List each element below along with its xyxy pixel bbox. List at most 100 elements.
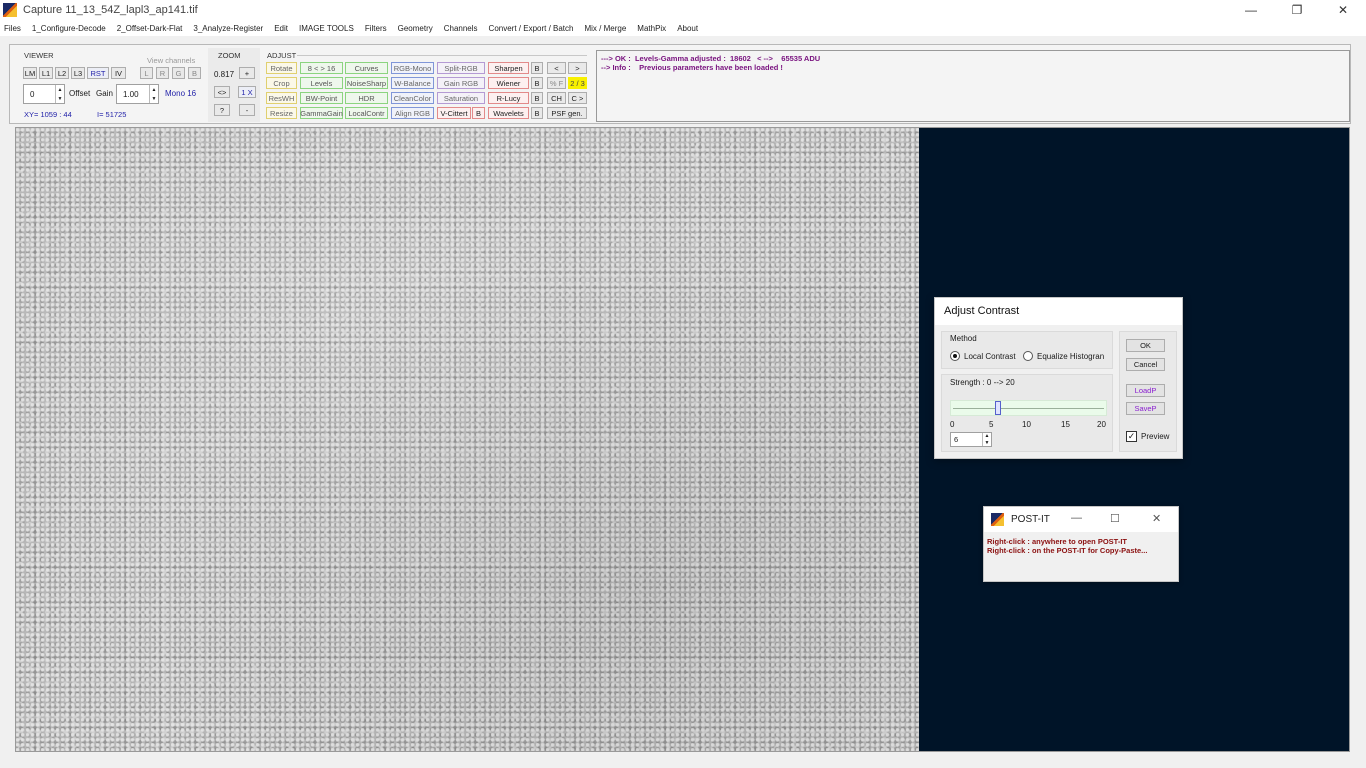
cancel-button[interactable]: Cancel: [1126, 358, 1165, 371]
r-lucy-button[interactable]: R-Lucy: [488, 92, 529, 104]
gain-value: 1.00: [123, 89, 139, 99]
menu-offset-dark-flat[interactable]: 2_Offset-Dark-Flat: [112, 24, 189, 33]
message-line-ok: ---> OK : Levels-Gamma adjusted : 18602 …: [601, 54, 821, 63]
strength-spin-input[interactable]: 6 ▲ ▼: [950, 432, 992, 447]
minimize-button[interactable]: —: [1228, 0, 1274, 20]
loadp-button[interactable]: LoadP: [1126, 384, 1165, 397]
sharpen-b-button[interactable]: B: [531, 62, 543, 74]
menu-configure-decode[interactable]: 1_Configure-Decode: [27, 24, 112, 33]
saturation-button[interactable]: Saturation: [437, 92, 485, 104]
strength-spin-arrows[interactable]: ▲ ▼: [982, 433, 991, 446]
wavelets-button[interactable]: Wavelets: [488, 107, 529, 119]
cleancolor-button[interactable]: CleanColor: [391, 92, 434, 104]
tick-20: 20: [1097, 420, 1106, 429]
menu-mix-merge[interactable]: Mix / Merge: [579, 24, 632, 33]
gain-label: Gain: [96, 89, 113, 98]
equalize-histogram-radio[interactable]: [1023, 351, 1033, 361]
zoom-out-button[interactable]: -: [239, 104, 255, 116]
postit-titlebar: POST-IT — ☐ ✕: [984, 507, 1178, 532]
menu-mathpix[interactable]: MathPix: [632, 24, 672, 33]
zoom-in-button[interactable]: +: [239, 67, 255, 79]
zoom-1x-button[interactable]: 1 X: [238, 86, 256, 98]
channel-b-button[interactable]: B: [188, 67, 201, 79]
gain-input[interactable]: 1.00 ▲ ▼: [116, 84, 159, 104]
wiener-button[interactable]: Wiener: [488, 77, 529, 89]
message-log: ---> OK : Levels-Gamma adjusted : 18602 …: [596, 50, 1350, 122]
align-rgb-button[interactable]: Align RGB: [391, 107, 434, 119]
l1-button[interactable]: L1: [39, 67, 53, 79]
savep-button[interactable]: SaveP: [1126, 402, 1165, 415]
ok-button[interactable]: OK: [1126, 339, 1165, 352]
close-button[interactable]: ✕: [1320, 0, 1366, 20]
bw-point-button[interactable]: BW-Point: [300, 92, 343, 104]
postit-window[interactable]: POST-IT — ☐ ✕ Right-click : anywhere to …: [983, 506, 1179, 582]
slider-thumb[interactable]: [995, 401, 1002, 415]
lm-button[interactable]: LM: [23, 67, 37, 79]
restore-button[interactable]: ❐: [1274, 0, 1320, 20]
rgb-mono-button[interactable]: RGB-Mono: [391, 62, 434, 74]
iv-button[interactable]: IV: [111, 67, 126, 79]
prev-page-button[interactable]: <: [547, 62, 566, 74]
method-label: Method: [950, 334, 977, 343]
mode-label: Mono 16: [165, 89, 197, 98]
zoom-fit-button[interactable]: <>: [214, 86, 230, 98]
gain-rgb-button[interactable]: Gain RGB: [437, 77, 485, 89]
menu-edit[interactable]: Edit: [269, 24, 294, 33]
channel-r-button[interactable]: R: [156, 67, 169, 79]
menu-files[interactable]: Files: [0, 24, 27, 33]
l3-button[interactable]: L3: [71, 67, 85, 79]
menu-geometry[interactable]: Geometry: [393, 24, 439, 33]
noisesharp-button[interactable]: NoiseSharp: [345, 77, 388, 89]
strength-slider[interactable]: [950, 400, 1107, 416]
menu-image-tools[interactable]: IMAGE TOOLS: [294, 24, 360, 33]
c-next-button[interactable]: C >: [568, 92, 587, 104]
checkmark-icon: ✓: [1127, 431, 1136, 441]
local-contrast-label: Local Contrast: [964, 352, 1016, 361]
channel-l-button[interactable]: L: [140, 67, 153, 79]
sharpen-button[interactable]: Sharpen: [488, 62, 529, 74]
levels-button[interactable]: Levels: [300, 77, 343, 89]
menu-channels[interactable]: Channels: [439, 24, 484, 33]
gain-spinner-arrows[interactable]: ▲ ▼: [149, 85, 158, 103]
v-cittert-button[interactable]: V-Cittert: [437, 107, 471, 119]
resize-button[interactable]: Resize: [266, 107, 297, 119]
zoom-title: ZOOM: [218, 51, 241, 60]
zoom-help-button[interactable]: ?: [214, 104, 230, 116]
tick-10: 10: [1022, 420, 1031, 429]
wavelets-b-button[interactable]: B: [531, 107, 543, 119]
hdr-button[interactable]: HDR: [345, 92, 388, 104]
psf-gen-button[interactable]: PSF gen.: [547, 107, 587, 119]
preview-checkbox[interactable]: ✓: [1126, 431, 1137, 442]
preview-label: Preview: [1141, 432, 1170, 441]
reswh-button[interactable]: ResWH: [266, 92, 297, 104]
localcontr-button[interactable]: LocalContr: [345, 107, 388, 119]
wiener-b-button[interactable]: B: [531, 77, 543, 89]
menu-convert-export-batch[interactable]: Convert / Export / Batch: [484, 24, 580, 33]
next-page-button[interactable]: >: [568, 62, 587, 74]
crop-button[interactable]: Crop: [266, 77, 297, 89]
ch-button[interactable]: CH: [547, 92, 566, 104]
w-balance-button[interactable]: W-Balance: [391, 77, 434, 89]
l2-button[interactable]: L2: [55, 67, 69, 79]
menu-about[interactable]: About: [672, 24, 704, 33]
local-contrast-radio[interactable]: [950, 351, 960, 361]
r-lucy-b-button[interactable]: B: [531, 92, 543, 104]
v-cittert-b-button[interactable]: B: [472, 107, 485, 119]
bitdepth-button[interactable]: 8 < > 16: [300, 62, 343, 74]
split-rgb-button[interactable]: Split-RGB: [437, 62, 485, 74]
channel-g-button[interactable]: G: [172, 67, 185, 79]
rst-button[interactable]: RST: [87, 67, 109, 79]
postit-maximize-button[interactable]: ☐: [1110, 512, 1120, 525]
gammagain-button[interactable]: GammaGain: [300, 107, 343, 119]
menu-filters[interactable]: Filters: [360, 24, 393, 33]
curves-button[interactable]: Curves: [345, 62, 388, 74]
menu-analyze-register[interactable]: 3_Analyze-Register: [188, 24, 269, 33]
postit-minimize-button[interactable]: —: [1071, 512, 1082, 524]
offset-input[interactable]: 0 ▲ ▼: [23, 84, 65, 104]
postit-close-button[interactable]: ✕: [1152, 512, 1161, 525]
offset-spinner-arrows[interactable]: ▲ ▼: [55, 85, 64, 103]
intensity-readout: I= 51725: [97, 110, 127, 119]
percent-f-button[interactable]: % F: [547, 77, 566, 89]
view-channels-label: View channels: [147, 56, 196, 65]
rotate-button[interactable]: Rotate: [266, 62, 297, 74]
